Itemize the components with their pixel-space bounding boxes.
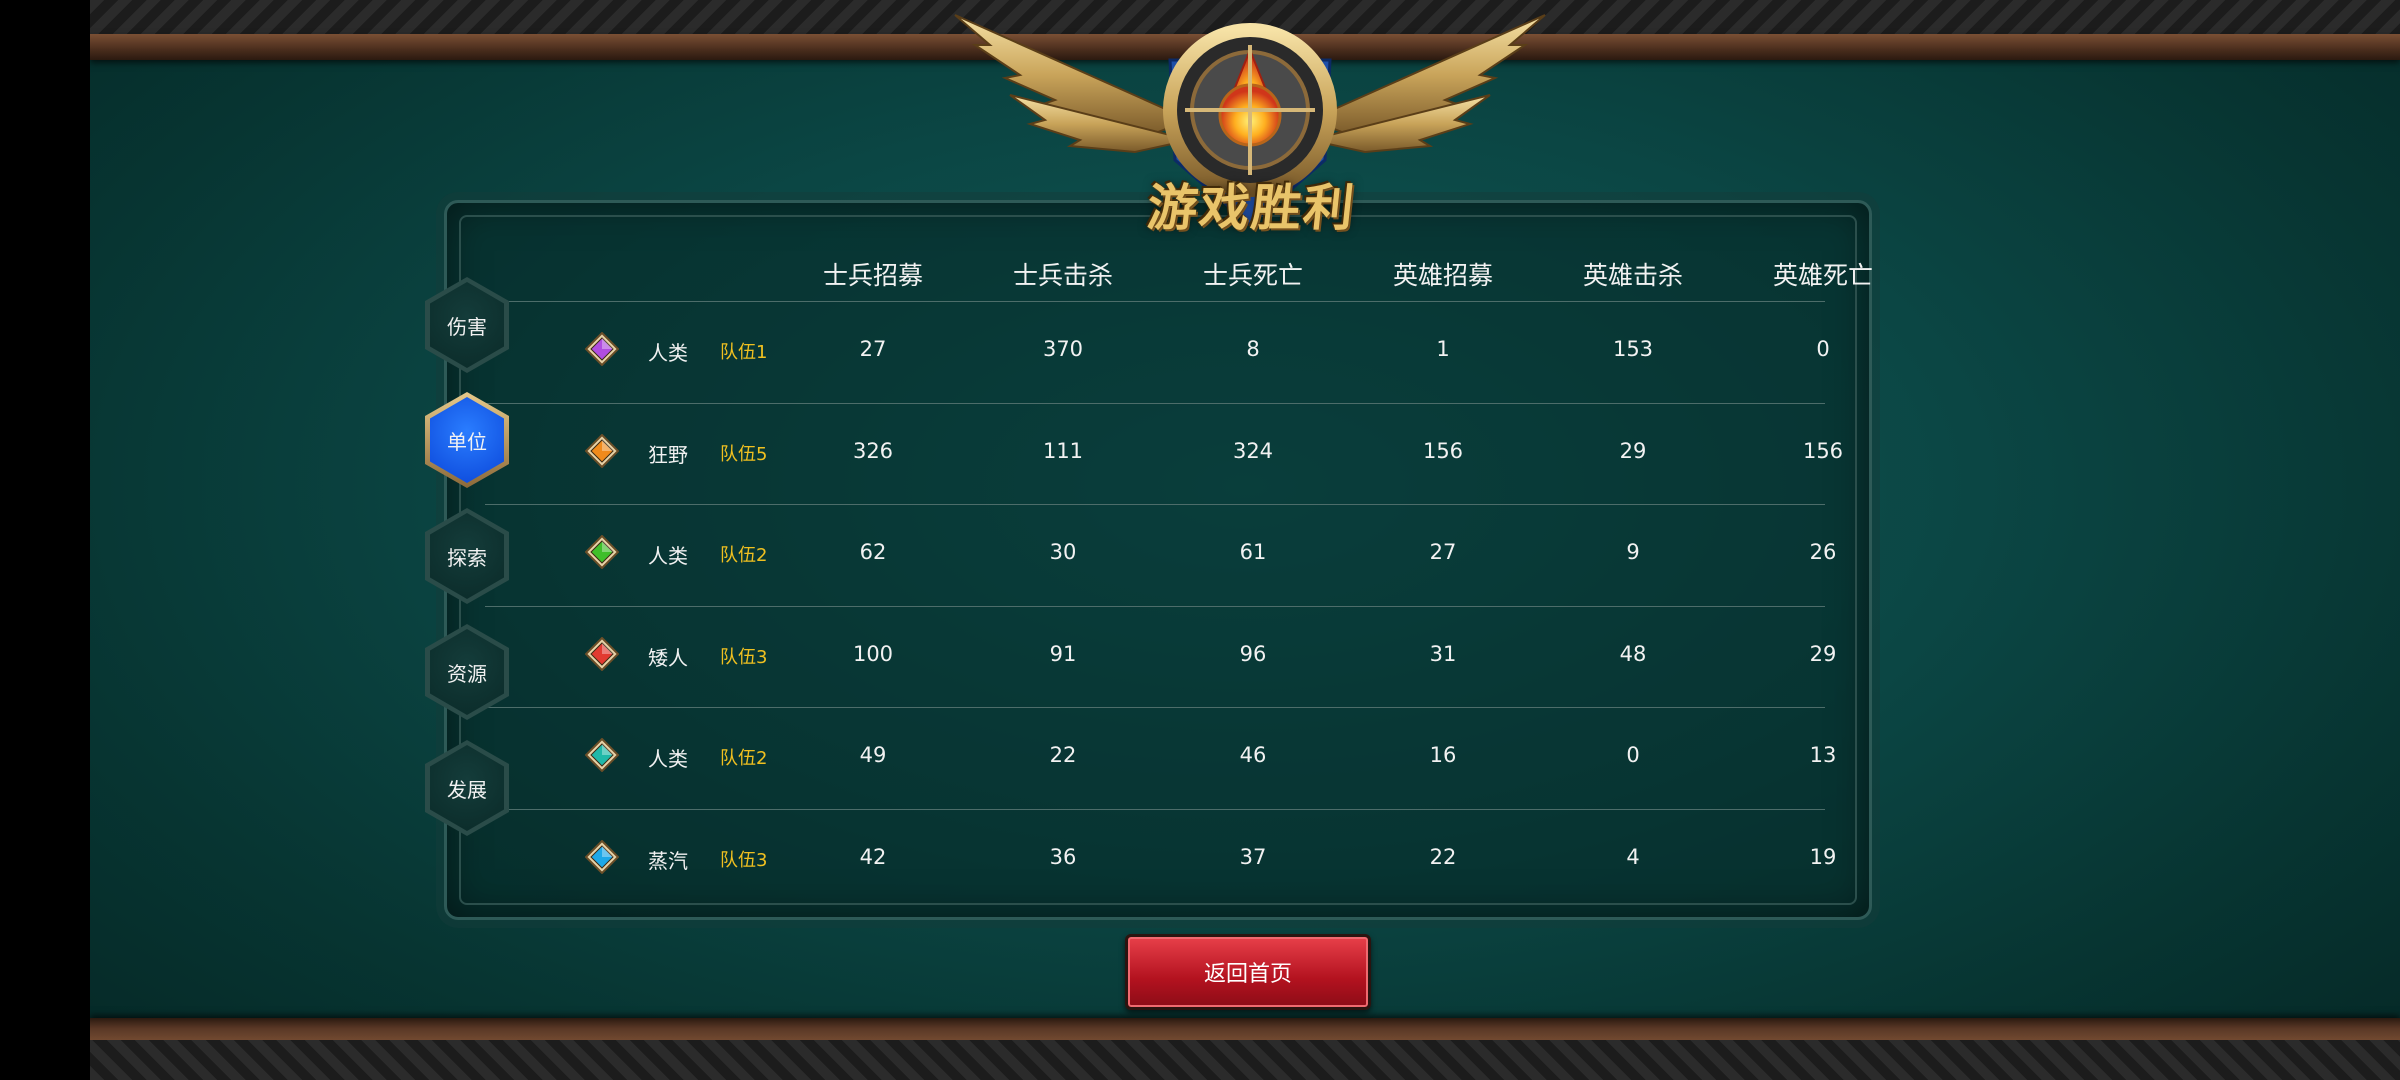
col-header-hero-deaths: 英雄死亡 xyxy=(1772,261,1873,290)
table-cell: 22 xyxy=(1049,743,1077,767)
team-gem-icon xyxy=(585,433,619,468)
row-team: 队伍1 xyxy=(720,342,768,363)
row-divider xyxy=(485,402,1825,404)
table-cell: 91 xyxy=(1049,641,1077,666)
col-header-hero-kills: 英雄击杀 xyxy=(1582,261,1683,290)
table-cell: 96 xyxy=(1239,641,1267,666)
row-team: 队伍3 xyxy=(720,849,768,871)
row-race: 人类 xyxy=(648,747,688,771)
row-team: 队伍2 xyxy=(720,545,768,566)
table-cell: 62 xyxy=(859,540,887,564)
row-divider xyxy=(485,707,1825,708)
table-cell: 156 xyxy=(1422,438,1464,463)
table-cell: 42 xyxy=(859,844,887,869)
tab-units-label: 单位 xyxy=(430,397,504,483)
table-cell: 156 xyxy=(1802,438,1844,463)
table-cell: 111 xyxy=(1042,438,1084,463)
row-race: 人类 xyxy=(648,341,688,365)
table-cell: 8 xyxy=(1246,337,1260,361)
table-cell: 153 xyxy=(1612,337,1654,361)
row-divider xyxy=(485,808,1825,810)
row-race: 狂野 xyxy=(648,442,688,467)
table-cell: 49 xyxy=(859,743,887,767)
col-header-hero-recruit: 英雄招募 xyxy=(1392,261,1493,290)
table-cell: 370 xyxy=(1042,337,1084,361)
row-team: 队伍3 xyxy=(720,646,768,668)
col-header-soldier-deaths: 士兵死亡 xyxy=(1202,261,1303,290)
victory-title: 游戏胜利 xyxy=(1144,179,1359,237)
table-cell: 29 xyxy=(1619,438,1647,463)
table-cell: 100 xyxy=(852,641,894,666)
table-cell: 31 xyxy=(1429,641,1457,666)
table-cell: 4 xyxy=(1626,844,1640,869)
tab-resources-label: 资源 xyxy=(430,629,504,715)
team-gem-icon xyxy=(585,636,619,671)
row-team: 队伍5 xyxy=(720,443,768,465)
row-divider xyxy=(485,605,1825,607)
row-race: 人类 xyxy=(648,544,688,568)
col-header-soldier-recruit: 士兵招募 xyxy=(822,261,923,290)
table-cell: 1 xyxy=(1436,337,1450,361)
table-cell: 29 xyxy=(1809,641,1837,666)
team-gem-icon xyxy=(585,839,619,874)
table-cell: 61 xyxy=(1239,540,1267,564)
team-gem-icon xyxy=(585,332,619,366)
table-cell: 27 xyxy=(859,337,887,361)
table-cell: 22 xyxy=(1429,844,1457,869)
row-race: 矮人 xyxy=(648,645,688,670)
table-cell: 46 xyxy=(1239,743,1267,767)
table-cell: 26 xyxy=(1809,540,1837,564)
return-home-button[interactable]: 返回首页 xyxy=(1125,934,1371,1010)
tab-exploration-label: 探索 xyxy=(430,513,504,599)
team-gem-icon xyxy=(585,738,619,772)
table-cell: 19 xyxy=(1809,844,1837,869)
table-cell: 9 xyxy=(1626,540,1640,564)
table-cell: 0 xyxy=(1816,337,1830,361)
table-cell: 13 xyxy=(1809,743,1837,767)
table-cell: 27 xyxy=(1429,540,1457,564)
bottom-border xyxy=(90,1040,2400,1080)
table-cell: 0 xyxy=(1626,743,1640,767)
table-cell: 324 xyxy=(1232,438,1274,463)
row-divider xyxy=(485,301,1825,302)
tab-damage-label: 伤害 xyxy=(430,282,504,368)
table-cell: 36 xyxy=(1049,844,1077,869)
tab-development-label: 发展 xyxy=(430,745,504,831)
team-gem-icon xyxy=(585,535,619,569)
table-cell: 37 xyxy=(1239,844,1267,869)
table-cell: 16 xyxy=(1429,743,1457,767)
row-divider xyxy=(485,504,1825,505)
row-team: 队伍2 xyxy=(720,748,768,769)
table-cell: 48 xyxy=(1619,641,1647,666)
row-race: 蒸汽 xyxy=(648,848,688,873)
table-cell: 30 xyxy=(1049,540,1077,564)
col-header-soldier-kills: 士兵击杀 xyxy=(1012,261,1113,290)
table-cell: 326 xyxy=(852,438,894,463)
return-home-label: 返回首页 xyxy=(1203,962,1292,987)
